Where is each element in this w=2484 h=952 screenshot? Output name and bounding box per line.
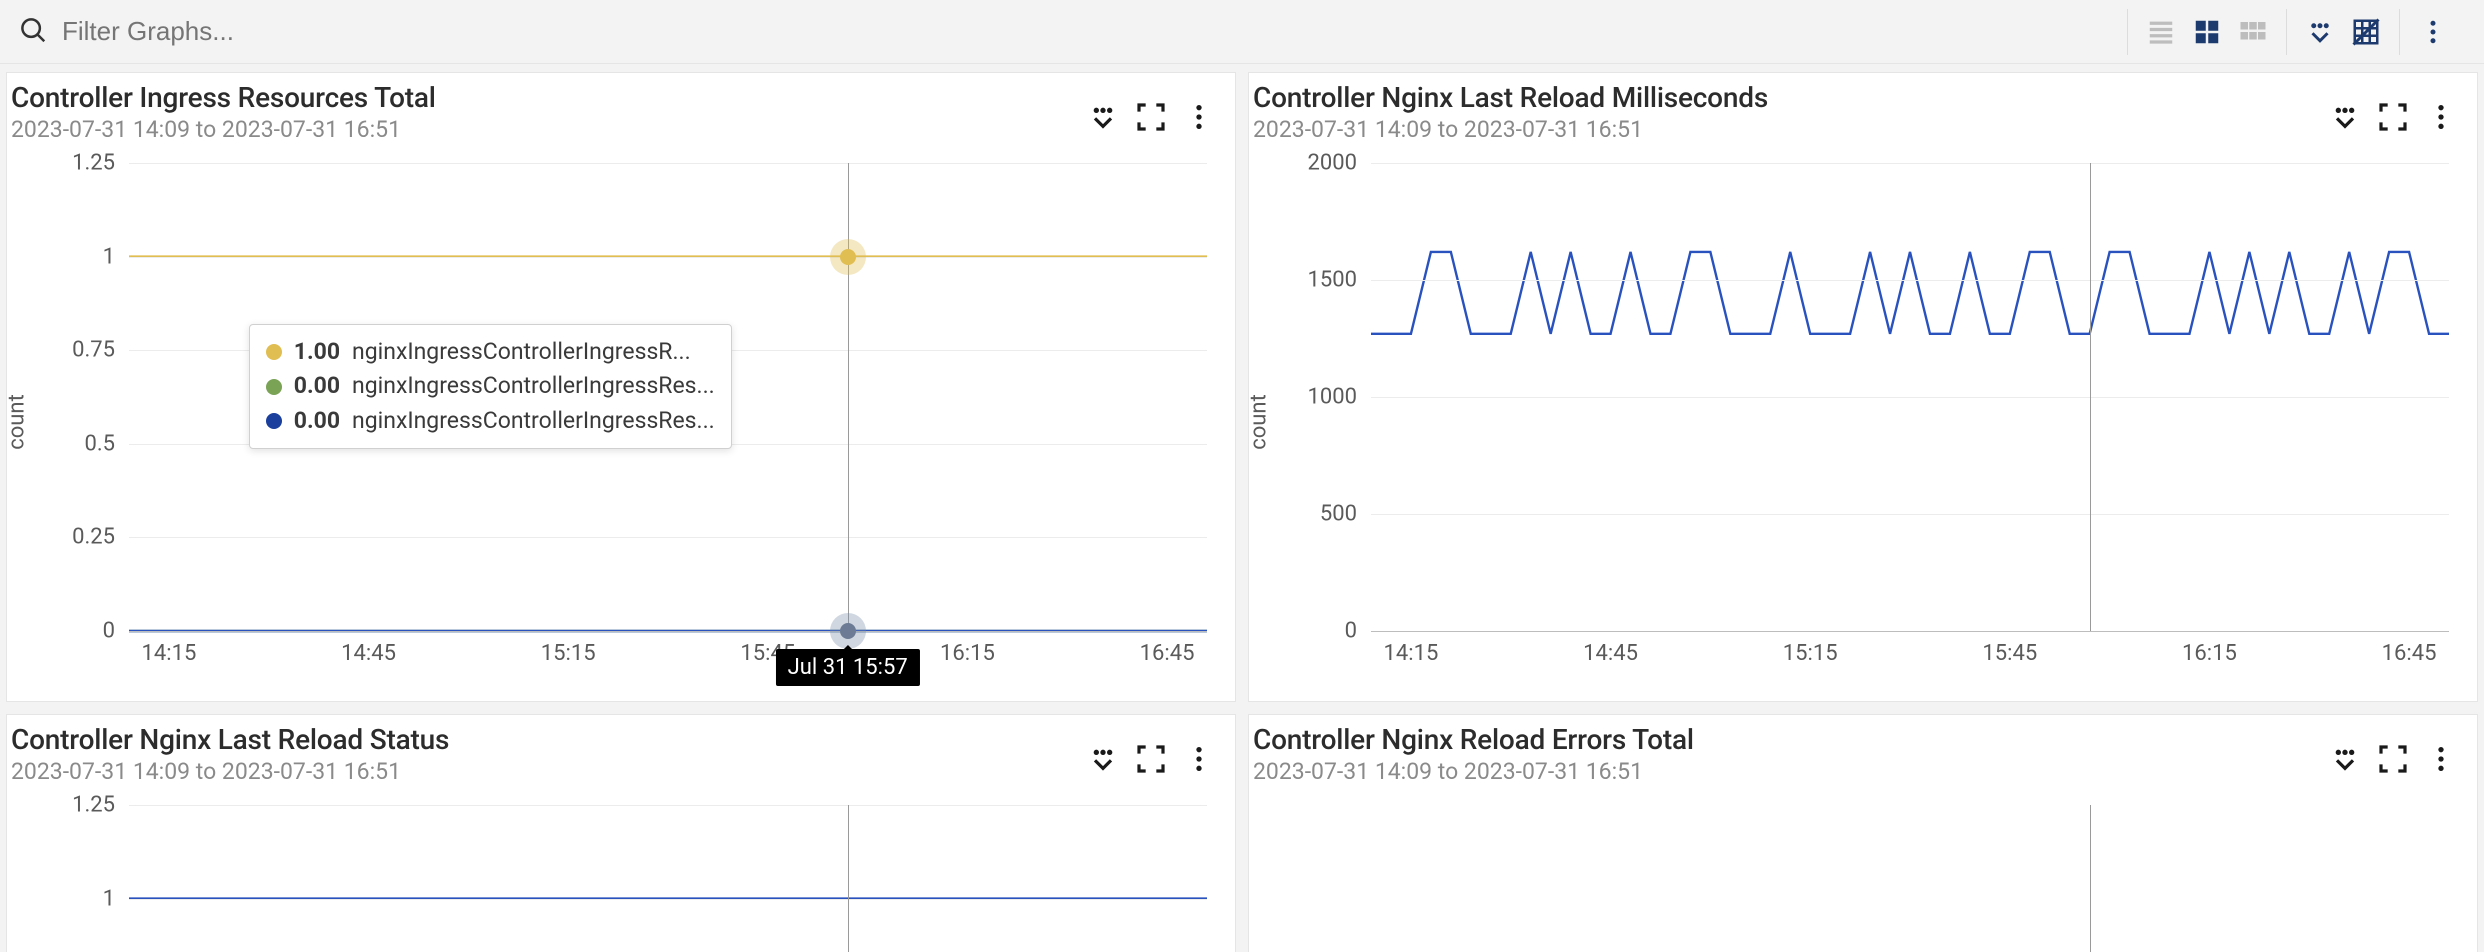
y-tick-label: 1000 <box>1308 385 1371 410</box>
x-tick-label: 15:15 <box>541 631 596 666</box>
panel-title: Controller Ingress Resources Total <box>11 81 436 114</box>
grid-off-icon[interactable] <box>2343 9 2389 55</box>
panel-fullscreen-icon[interactable] <box>1131 739 1171 779</box>
panel-title: Controller Nginx Reload Errors Total <box>1253 723 1694 756</box>
plot[interactable]: 00.250.50.7511.2514:1514:4515:1515:4516:… <box>129 805 1207 952</box>
panel-title: Controller Nginx Last Reload Status <box>11 723 449 756</box>
tools-group <box>2286 9 2399 55</box>
plot[interactable]: 00.250.50.7511.2514:1514:4515:1515:4516:… <box>129 163 1207 631</box>
filter-graphs-input[interactable] <box>62 16 662 47</box>
y-tick-label: 0.5 <box>84 431 129 456</box>
panel-actions <box>2325 97 2461 137</box>
plot[interactable]: 050010001500200014:1514:4515:1515:4516:1… <box>1371 163 2449 631</box>
y-axis-label: count <box>1247 394 1272 450</box>
panel-kebab-icon[interactable] <box>1179 739 1219 779</box>
panel-time-range: 2023-07-31 14:09 to 2023-07-31 16:51 <box>11 758 449 785</box>
x-tick-label: 14:15 <box>142 631 197 666</box>
panel-header: Controller Nginx Reload Errors Total 202… <box>1249 715 2477 785</box>
panel-fullscreen-icon[interactable] <box>2373 739 2413 779</box>
toolbar-right <box>2127 9 2466 55</box>
search-wrap <box>18 15 2127 49</box>
panel-expand-icon[interactable] <box>2325 739 2365 779</box>
panel-time-range: 2023-07-31 14:09 to 2023-07-31 16:51 <box>11 116 436 143</box>
panel-kebab-icon[interactable] <box>1179 97 1219 137</box>
y-tick-label: 1 <box>103 886 129 911</box>
x-tick-label: 15:45 <box>1982 631 2037 666</box>
chart-area[interactable]: count 00.250.50.7511.2514:1514:4515:1515… <box>19 795 1207 952</box>
layout-grid-2col-icon[interactable] <box>2184 9 2230 55</box>
y-tick-label: 2000 <box>1308 151 1371 176</box>
layout-list-icon[interactable] <box>2138 9 2184 55</box>
y-tick-label: 500 <box>1320 502 1371 527</box>
panel-expand-icon[interactable] <box>1083 739 1123 779</box>
panel-kebab-icon[interactable] <box>2421 97 2461 137</box>
y-tick-label: 1500 <box>1308 268 1371 293</box>
panel-nginx-last-reload-ms: Controller Nginx Last Reload Millisecond… <box>1248 72 2478 702</box>
panel-time-range: 2023-07-31 14:09 to 2023-07-31 16:51 <box>1253 758 1694 785</box>
panel-header: Controller Ingress Resources Total 2023-… <box>7 73 1235 143</box>
panel-title: Controller Nginx Last Reload Millisecond… <box>1253 81 1768 114</box>
time-tooltip: Jul 31 15:57 <box>776 649 920 686</box>
panel-grid: Controller Ingress Resources Total 2023-… <box>0 64 2484 952</box>
x-tick-label: 16:15 <box>940 631 995 666</box>
panel-actions <box>2325 739 2461 779</box>
overflow-group <box>2399 9 2466 55</box>
panel-expand-icon[interactable] <box>2325 97 2365 137</box>
panel-time-range: 2023-07-31 14:09 to 2023-07-31 16:51 <box>1253 116 1768 143</box>
crosshair <box>848 805 849 952</box>
x-tick-label: 14:45 <box>1583 631 1638 666</box>
y-tick-label: 0 <box>1345 619 1371 644</box>
panel-nginx-reload-errors-total: Controller Nginx Reload Errors Total 202… <box>1248 714 2478 952</box>
y-tick-label: 1 <box>103 244 129 269</box>
layout-grid-3col-icon[interactable] <box>2230 9 2276 55</box>
panel-fullscreen-icon[interactable] <box>2373 97 2413 137</box>
kebab-menu-icon[interactable] <box>2410 9 2456 55</box>
x-tick-label: 16:15 <box>2182 631 2237 666</box>
panel-ingress-resources-total: Controller Ingress Resources Total 2023-… <box>6 72 1236 702</box>
search-icon <box>18 15 48 49</box>
panel-actions <box>1083 97 1219 137</box>
panel-nginx-last-reload-status: Controller Nginx Last Reload Status 2023… <box>6 714 1236 952</box>
crosshair <box>848 163 849 631</box>
x-tick-label: 16:45 <box>1140 631 1195 666</box>
plot[interactable]: 014:1514:4515:1515:4516:1516:45 <box>1371 805 2449 952</box>
panel-header: Controller Nginx Last Reload Millisecond… <box>1249 73 2477 143</box>
layout-mode-group <box>2127 9 2286 55</box>
x-tick-label: 14:45 <box>341 631 396 666</box>
chart-area[interactable]: count 050010001500200014:1514:4515:1515:… <box>1261 153 2449 691</box>
y-tick-label: 1.25 <box>72 793 129 818</box>
hover-tooltip: 1.00 nginxIngressControllerIngressR...0.… <box>249 324 732 450</box>
y-tick-label: 1.25 <box>72 151 129 176</box>
chart-area[interactable]: count 00.250.50.7511.2514:1514:4515:1515… <box>19 153 1207 691</box>
panel-kebab-icon[interactable] <box>2421 739 2461 779</box>
y-tick-label: 0 <box>103 619 129 644</box>
expand-more-icon[interactable] <box>2297 9 2343 55</box>
x-tick-label: 15:15 <box>1783 631 1838 666</box>
x-tick-label: 16:45 <box>2382 631 2437 666</box>
x-tick-label: 14:15 <box>1384 631 1439 666</box>
panel-actions <box>1083 739 1219 779</box>
y-axis-label: count <box>5 394 30 450</box>
y-tick-label: 0.75 <box>72 338 129 363</box>
panel-fullscreen-icon[interactable] <box>1131 97 1171 137</box>
panel-expand-icon[interactable] <box>1083 97 1123 137</box>
crosshair <box>2090 163 2091 631</box>
toolbar <box>0 0 2484 64</box>
chart-area[interactable]: count 014:1514:4515:1515:4516:1516:45 <box>1261 795 2449 952</box>
y-tick-label: 0.25 <box>72 525 129 550</box>
crosshair <box>2090 805 2091 952</box>
panel-header: Controller Nginx Last Reload Status 2023… <box>7 715 1235 785</box>
